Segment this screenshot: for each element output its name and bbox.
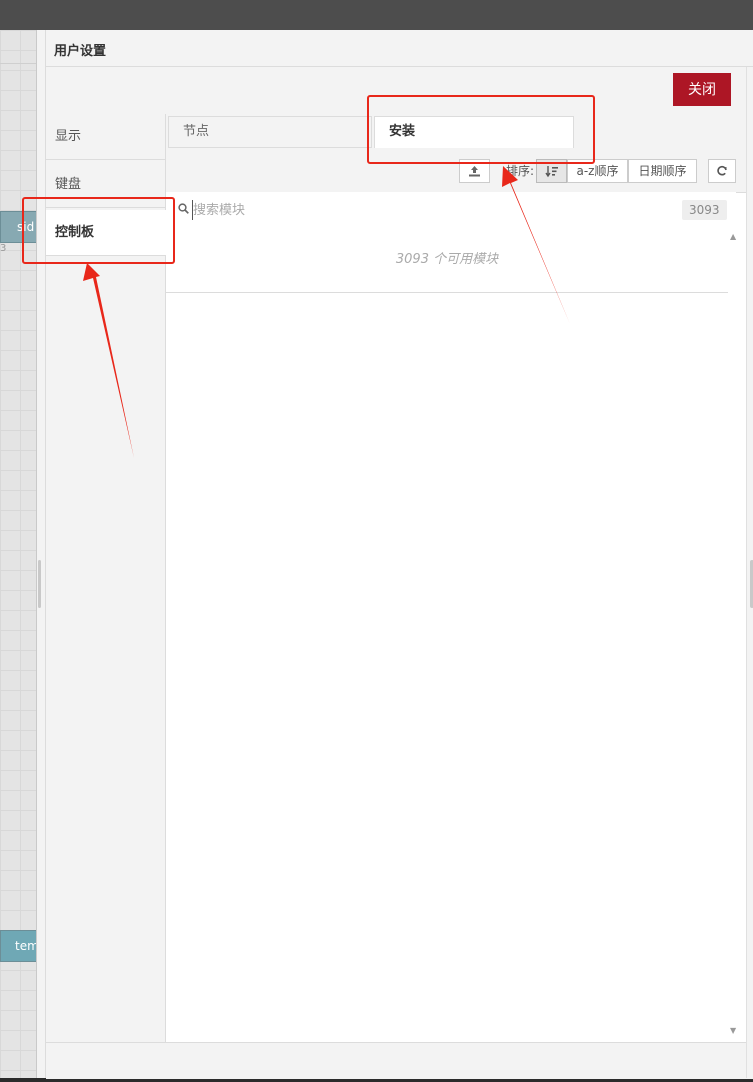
background-node-label: tem: [15, 939, 39, 953]
sort-descending-icon: [544, 166, 558, 178]
module-search-input[interactable]: [192, 200, 633, 220]
refresh-icon: [717, 165, 727, 176]
settings-tray: 用户设置 关闭 显示 键盘 控制板 节点 安装 排序: a-z顺序 日期顺序 搜…: [36, 30, 753, 1079]
sort-label: 排序:: [506, 164, 535, 178]
annotation-box-palette: [22, 197, 175, 264]
editor-header-bar: [0, 0, 753, 30]
upload-icon: [469, 166, 480, 177]
scroll-up-icon[interactable]: ▲: [730, 232, 736, 241]
dialog-header: 用户设置: [46, 30, 753, 67]
search-icon: [178, 203, 189, 214]
sidebar-item-display[interactable]: 显示: [46, 114, 165, 160]
workspace-tab-divider: [0, 63, 36, 64]
refresh-button[interactable]: [708, 159, 736, 183]
module-count-badge: 3093: [682, 200, 727, 220]
background-node-port-label: 3: [0, 243, 7, 254]
module-results-list[interactable]: 3093 个可用模块 ▲ ▼: [166, 228, 739, 1042]
dialog-title: 用户设置: [54, 44, 107, 59]
tab-nodes[interactable]: 节点: [168, 116, 372, 148]
close-button[interactable]: 关闭: [673, 73, 731, 106]
module-search-row: 3093: [166, 192, 736, 229]
results-scrollbar[interactable]: ▲ ▼: [729, 228, 739, 1042]
scroll-down-icon[interactable]: ▼: [730, 1026, 736, 1035]
dialog-footer: [46, 1042, 753, 1079]
annotation-box-install: [367, 95, 595, 164]
settings-dialog: 用户设置 关闭 显示 键盘 控制板 节点 安装 排序: a-z顺序 日期顺序 搜…: [45, 30, 753, 1079]
sort-date-button[interactable]: 日期顺序: [628, 159, 697, 183]
tray-resize-handle[interactable]: [38, 560, 41, 608]
available-modules-message: 3093 个可用模块: [166, 228, 728, 293]
background-node: tem: [0, 930, 39, 962]
